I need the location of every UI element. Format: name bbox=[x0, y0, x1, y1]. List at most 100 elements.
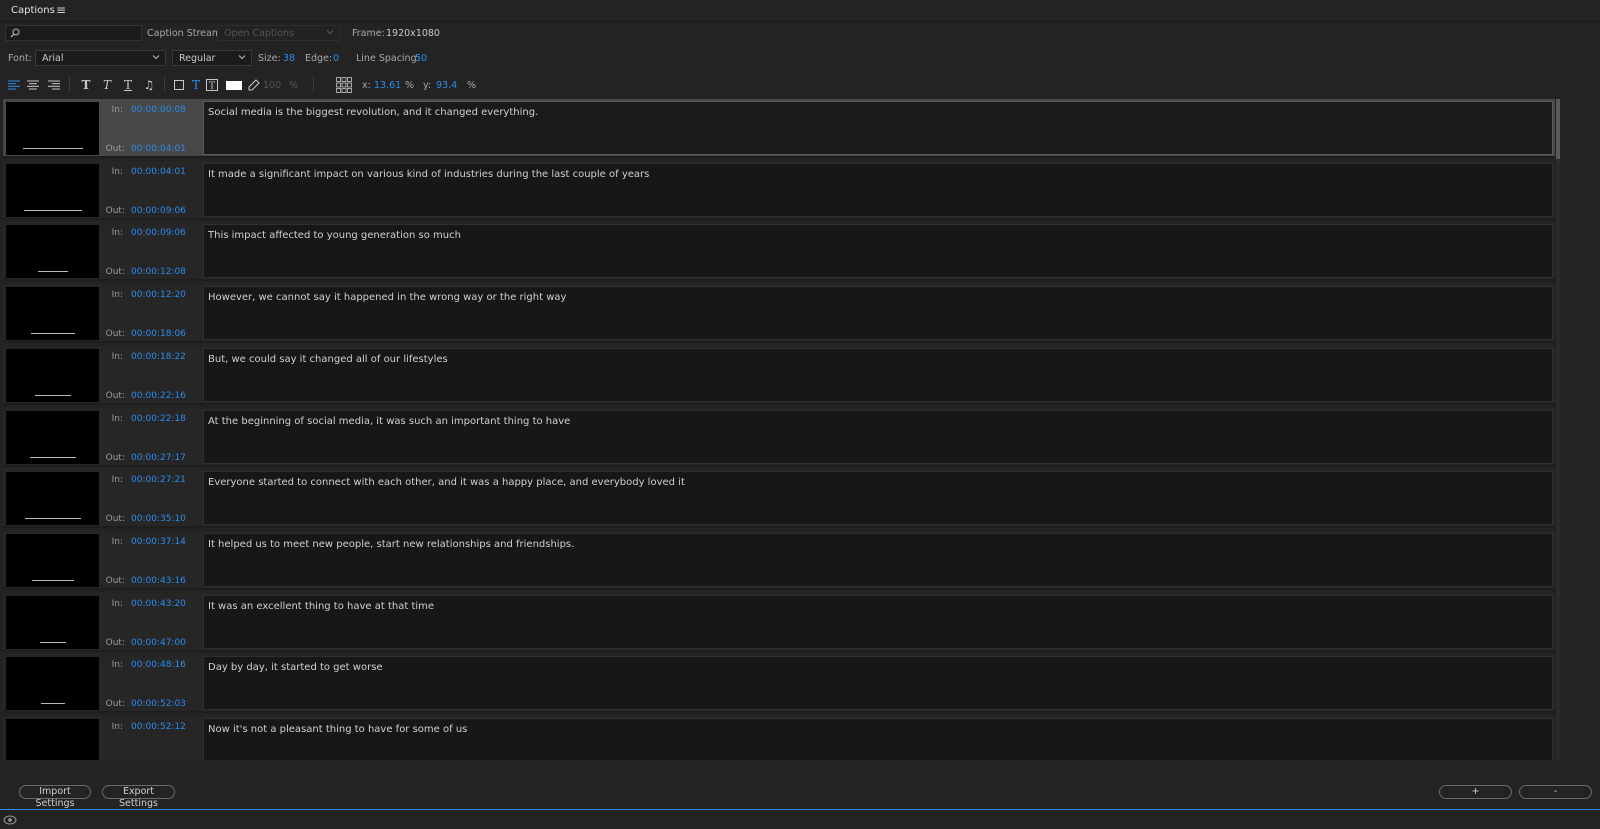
edge-value[interactable]: 0 bbox=[333, 53, 339, 64]
caption-row[interactable]: In: 00:00:12:20 Out: 00:00:18:06 However, we… bbox=[3, 284, 1555, 344]
music-note-icon[interactable]: ♫ bbox=[142, 78, 156, 92]
caption-row[interactable]: In: 00:00:43:20 Out: 00:00:47:00 It was an e… bbox=[3, 592, 1555, 652]
frame-label: Frame: bbox=[352, 28, 385, 39]
caption-list: In: 00:00:00:08 Out: 00:00:04:01 Social medi… bbox=[3, 99, 1555, 760]
eyedropper-icon[interactable] bbox=[247, 78, 261, 92]
in-timecode[interactable]: 00:00:52:12 bbox=[131, 722, 186, 732]
in-timecode[interactable]: 00:00:48:16 bbox=[131, 660, 186, 670]
caption-row[interactable]: In:00:00:52:12Out:00:00:56:21Now it's no… bbox=[3, 716, 1555, 760]
thumbnail-caption-preview bbox=[23, 209, 82, 211]
thumbnail-caption-preview bbox=[37, 271, 68, 273]
font-style-dropdown[interactable]: Regular bbox=[172, 50, 252, 66]
in-timecode[interactable]: 00:00:00:08 bbox=[131, 105, 186, 115]
in-timecode[interactable]: 00:00:27:21 bbox=[131, 475, 186, 485]
out-timecode[interactable]: 00:00:27:17 bbox=[131, 453, 186, 463]
thumbnail-caption-preview bbox=[34, 394, 71, 396]
out-timecode[interactable]: 00:00:47:00 bbox=[131, 638, 186, 648]
caption-row[interactable]: In: 00:00:04:01 Out: 00:00:09:06 It made a s… bbox=[3, 160, 1555, 220]
in-label: In: bbox=[111, 413, 123, 424]
out-timecode[interactable]: 00:00:52:03 bbox=[131, 699, 186, 709]
size-value[interactable]: 38 bbox=[283, 53, 295, 64]
caption-text-field[interactable]: But, we could say it changed all of our … bbox=[203, 347, 1553, 402]
caption-thumbnail bbox=[6, 595, 99, 649]
search-field[interactable] bbox=[5, 25, 142, 41]
out-timecode[interactable]: 00:00:43:16 bbox=[131, 576, 186, 586]
caption-text-field[interactable]: Now it's not a pleasant thing to have fo… bbox=[203, 718, 1553, 760]
thumbnail-caption-preview bbox=[31, 579, 74, 581]
caption-row[interactable]: In: 00:00:37:14 Out: 00:00:43:16 It helped u… bbox=[3, 530, 1555, 590]
caption-row[interactable]: In: 00:00:09:06 Out: 00:00:12:08 This impact… bbox=[3, 222, 1555, 282]
caption-thumbnail bbox=[6, 287, 99, 341]
italic-icon[interactable]: T bbox=[100, 78, 114, 92]
chevron-down-icon bbox=[152, 55, 160, 60]
caption-row[interactable]: In: 00:00:27:21 Out: 00:00:35:10 Everyone st… bbox=[3, 469, 1555, 529]
edge-color-icon[interactable]: T bbox=[205, 78, 219, 92]
add-caption-button[interactable]: + bbox=[1439, 785, 1512, 799]
in-label: In: bbox=[111, 722, 123, 732]
out-label: Out: bbox=[105, 637, 125, 648]
in-timecode[interactable]: 00:00:22:18 bbox=[131, 414, 186, 424]
position-grid-icon[interactable] bbox=[336, 77, 352, 93]
caption-text-field[interactable]: At the beginning of social media, it was… bbox=[203, 409, 1553, 464]
caption-text-field[interactable]: It helped us to meet new people, start n… bbox=[203, 532, 1553, 587]
line-spacing-value[interactable]: 50 bbox=[415, 53, 427, 64]
out-timecode[interactable]: 00:00:09:06 bbox=[131, 206, 186, 216]
x-value[interactable]: 13.61 bbox=[374, 80, 401, 91]
caption-row[interactable]: In: 00:00:48:16 Out: 00:00:52:03 Day by day,… bbox=[3, 654, 1555, 714]
scrollbar[interactable] bbox=[1556, 99, 1560, 760]
out-timecode[interactable]: 00:00:04:01 bbox=[131, 144, 186, 154]
in-timecode[interactable]: 00:00:09:06 bbox=[131, 228, 186, 238]
thumbnail-caption-preview bbox=[22, 148, 83, 149]
export-settings-button[interactable]: Export Settings bbox=[102, 785, 175, 809]
text-color-icon[interactable]: T bbox=[189, 78, 203, 92]
align-right-icon[interactable] bbox=[47, 78, 61, 92]
import-settings-button[interactable]: Import Settings bbox=[19, 785, 91, 809]
caption-thumbnail bbox=[6, 472, 99, 526]
caption-text-field[interactable]: However, we cannot say it happened in th… bbox=[203, 286, 1553, 341]
out-timecode[interactable]: 00:00:18:06 bbox=[131, 329, 186, 339]
bold-icon[interactable]: T bbox=[79, 78, 93, 92]
in-timecode[interactable]: 00:00:43:20 bbox=[131, 599, 186, 609]
out-timecode[interactable]: 00:00:35:10 bbox=[131, 514, 186, 524]
font-dropdown[interactable]: Arial bbox=[35, 50, 166, 66]
edge-label: Edge: bbox=[305, 53, 333, 64]
in-timecode[interactable]: 00:00:37:14 bbox=[131, 537, 186, 547]
in-label: In: bbox=[111, 475, 123, 486]
in-timecode[interactable]: 00:00:18:22 bbox=[131, 352, 186, 362]
color-swatch[interactable] bbox=[226, 78, 242, 92]
thumbnail-caption-preview bbox=[39, 641, 66, 643]
y-value[interactable]: 93.4 bbox=[436, 80, 457, 91]
caption-row[interactable]: In: 00:00:00:08 Out: 00:00:04:01 Social medi… bbox=[3, 99, 1555, 158]
out-label: Out: bbox=[105, 575, 125, 586]
in-label: In: bbox=[111, 290, 123, 301]
caption-text-field[interactable]: Social media is the biggest revolution, … bbox=[203, 101, 1553, 155]
remove-caption-button[interactable]: - bbox=[1519, 785, 1592, 799]
caption-text-field[interactable]: It was an excellent thing to have at tha… bbox=[203, 594, 1553, 649]
caption-text-field[interactable]: It made a significant impact on various … bbox=[203, 162, 1553, 217]
thumbnail-caption-preview bbox=[40, 703, 65, 705]
in-timecode[interactable]: 00:00:12:20 bbox=[131, 290, 186, 300]
panel-menu-icon[interactable]: ≡ bbox=[56, 3, 66, 17]
chevron-down-icon bbox=[238, 55, 246, 60]
align-center-icon[interactable] bbox=[26, 78, 40, 92]
out-label: Out: bbox=[105, 267, 125, 278]
in-timecode[interactable]: 00:00:04:01 bbox=[131, 167, 186, 177]
underline-icon[interactable]: T bbox=[121, 78, 135, 92]
caption-stream-dropdown[interactable]: Open Captions bbox=[217, 25, 340, 41]
search-input[interactable] bbox=[22, 26, 140, 40]
caption-text-field[interactable]: This impact affected to young generation… bbox=[203, 224, 1553, 279]
caption-row[interactable]: In: 00:00:22:18 Out: 00:00:27:17 At the begi… bbox=[3, 407, 1555, 467]
out-label: Out: bbox=[105, 452, 125, 463]
font-label: Font: bbox=[8, 53, 32, 64]
y-unit: % bbox=[467, 80, 477, 91]
caption-text-field[interactable]: Day by day, it started to get worse bbox=[203, 656, 1553, 711]
background-color-icon[interactable] bbox=[172, 78, 186, 92]
out-timecode[interactable]: 00:00:12:08 bbox=[131, 267, 186, 277]
scrollbar-thumb[interactable] bbox=[1556, 99, 1560, 159]
opacity-value: 100 bbox=[263, 80, 282, 91]
caption-row[interactable]: In: 00:00:18:22 Out: 00:00:22:16 But, we cou… bbox=[3, 345, 1555, 405]
render-status-icon[interactable] bbox=[3, 814, 17, 826]
caption-text-field[interactable]: Everyone started to connect with each ot… bbox=[203, 471, 1553, 526]
out-timecode[interactable]: 00:00:22:16 bbox=[131, 391, 186, 401]
align-left-icon[interactable] bbox=[7, 78, 21, 92]
